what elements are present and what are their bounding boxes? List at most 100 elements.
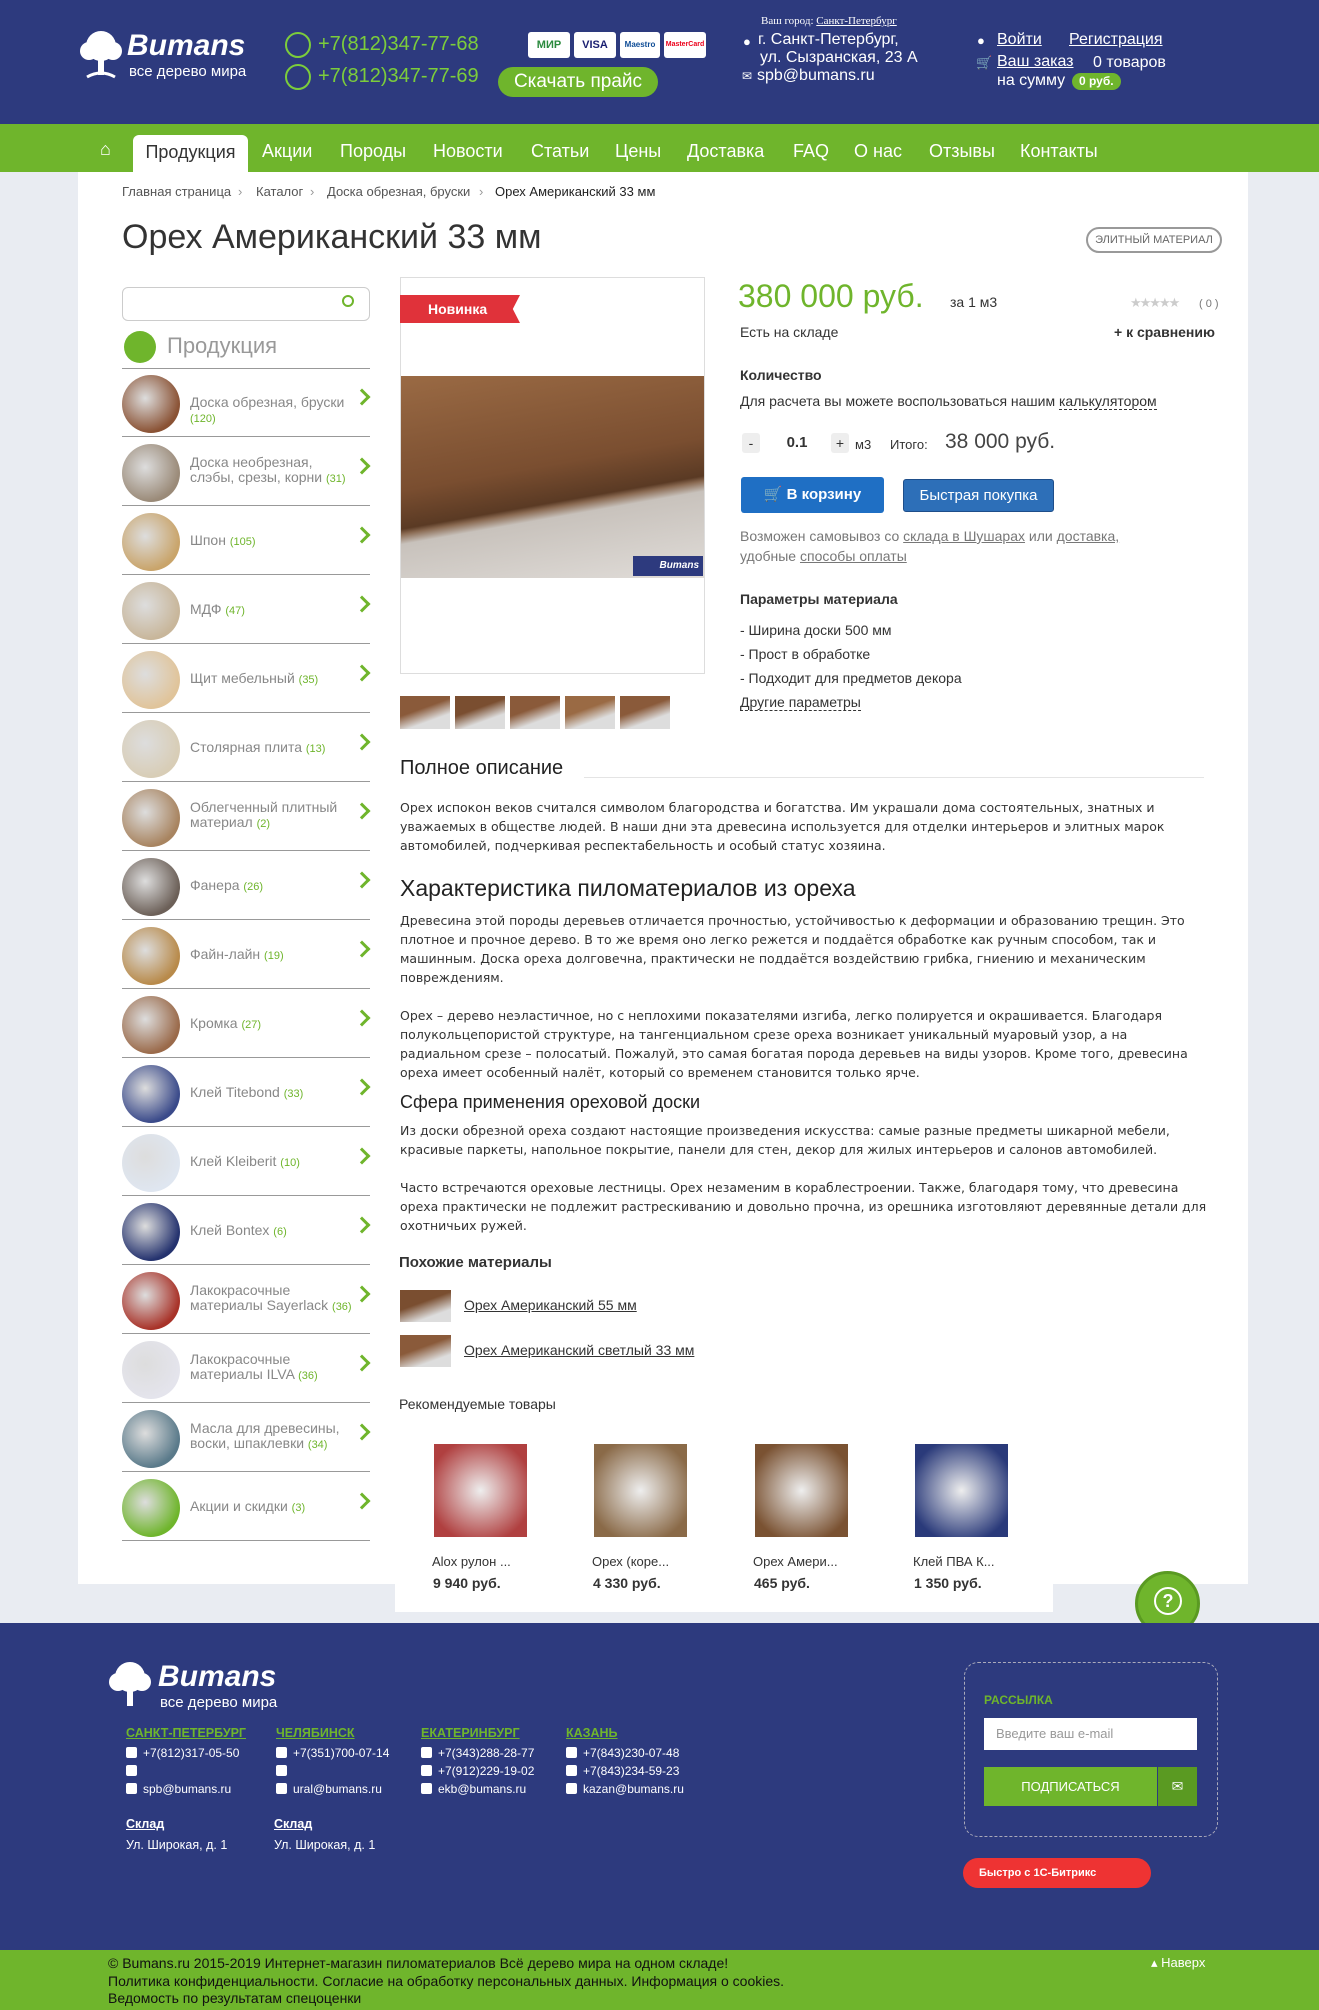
recommended-image[interactable] <box>434 1444 527 1537</box>
thumbnail[interactable] <box>400 696 450 729</box>
breadcrumb-category[interactable]: Доска обрезная, бруски <box>327 184 470 199</box>
sidebar-item[interactable]: Щит мебельный (35) <box>122 645 371 713</box>
calculator-link[interactable]: калькулятором <box>1059 393 1157 410</box>
nav-item-faq[interactable]: FAQ <box>793 124 829 172</box>
footer-email[interactable]: ekb@bumans.ru <box>421 1782 526 1796</box>
more-params-link[interactable]: Другие параметры <box>740 694 861 711</box>
footer-phone[interactable]: +7(351)700-07-14 <box>276 1746 389 1760</box>
thumbnail[interactable] <box>510 696 560 729</box>
qty-minus-button[interactable]: - <box>742 433 760 453</box>
similar-thumb[interactable] <box>400 1290 451 1322</box>
recommended-name[interactable]: Орех (коре... <box>592 1554 669 1569</box>
phone-1[interactable]: +7(812)347-77-68 <box>318 33 479 56</box>
delivery-link[interactable]: доставка, <box>1057 528 1120 544</box>
warehouse-link[interactable]: склада в Шушарах <box>903 528 1025 544</box>
recommended-image[interactable] <box>594 1444 687 1537</box>
payment-link[interactable]: способы оплаты <box>800 548 907 564</box>
thumbnail[interactable] <box>620 696 670 729</box>
sidebar-item[interactable]: Столярная плита (13) <box>122 714 371 782</box>
add-to-cart-button[interactable]: 🛒 В корзину <box>741 477 884 513</box>
privacy-link[interactable]: Политика конфиденциальности <box>108 1973 315 1989</box>
recommended-card[interactable]: Клей ПВА К... 1 350 руб. <box>913 1440 1073 1591</box>
qty-plus-button[interactable]: + <box>831 433 849 453</box>
recommended-name[interactable]: Alox рулон ... <box>432 1554 511 1569</box>
recommended-card[interactable]: Орех (коре... 4 330 руб. <box>592 1440 752 1591</box>
product-photo[interactable] <box>401 376 704 578</box>
sidebar-item[interactable]: Лакокрасочные материалы ILVA (36) <box>122 1335 371 1403</box>
similar-link[interactable]: Орех Американский 55 мм <box>464 1297 637 1313</box>
quick-buy-button[interactable]: Быстрая покупка <box>903 479 1054 512</box>
recommended-image[interactable] <box>755 1444 848 1537</box>
sidebar-item[interactable]: Клей Titebond (33) <box>122 1059 371 1127</box>
footer-phone[interactable]: +7(343)288-28-77 <box>421 1746 534 1760</box>
thumbnail[interactable] <box>455 696 505 729</box>
register-link[interactable]: Регистрация <box>1069 31 1163 49</box>
cookies-link[interactable]: Информация о cookies <box>631 1973 780 1989</box>
consent-link[interactable]: Согласие на обработку персональных данны… <box>322 1973 623 1989</box>
nav-item-delivery[interactable]: Доставка <box>687 124 764 172</box>
sidebar-item[interactable]: Клей Bontex (6) <box>122 1197 371 1265</box>
sidebar-item[interactable]: Акции и скидки (3) <box>122 1473 371 1541</box>
nav-item-about[interactable]: О нас <box>854 124 902 172</box>
sidebar-search-input[interactable] <box>122 287 370 321</box>
visa-pay-icon: VISA <box>574 32 616 58</box>
sidebar-item[interactable]: Лакокрасочные материалы Sayerlack (36) <box>122 1266 371 1334</box>
nav-item-products[interactable]: Продукция <box>133 135 248 172</box>
city-selector[interactable]: Санкт-Петербург <box>816 15 896 27</box>
sidebar-item[interactable]: Шпон (105) <box>122 507 371 575</box>
nav-item-news[interactable]: Новости <box>433 124 503 172</box>
similar-link[interactable]: Орех Американский светлый 33 мм <box>464 1342 694 1358</box>
breadcrumb-home[interactable]: Главная страница <box>122 184 231 199</box>
footer-phone[interactable]: +7(843)230-07-48 <box>566 1746 679 1760</box>
footer-phone[interactable]: +7(812)317-05-50 <box>126 1746 239 1760</box>
nav-item-contacts[interactable]: Контакты <box>1020 124 1098 172</box>
recommended-price: 465 руб. <box>754 1575 810 1591</box>
report-link[interactable]: Ведомость по результатам спецоценки <box>108 1990 361 2006</box>
sidebar-item[interactable]: Фанера (26) <box>122 852 371 920</box>
footer-phone[interactable]: +7(843)234-59-23 <box>566 1764 679 1778</box>
breadcrumb-catalog[interactable]: Каталог <box>256 184 303 199</box>
recommended-card[interactable]: Орех Амери... 465 руб. <box>753 1440 913 1591</box>
compare-link[interactable]: + к сравнению <box>1114 324 1215 340</box>
recommended-name[interactable]: Клей ПВА К... <box>913 1554 995 1569</box>
footer-email[interactable]: ural@bumans.ru <box>276 1782 382 1796</box>
recommended-image[interactable] <box>915 1444 1008 1537</box>
nav-item-articles[interactable]: Статьи <box>531 124 589 172</box>
footer-email[interactable]: spb@bumans.ru <box>126 1782 231 1796</box>
thumbnail[interactable] <box>565 696 615 729</box>
header-email[interactable]: spb@bumans.ru <box>757 67 875 85</box>
login-link[interactable]: Войти <box>997 31 1042 49</box>
sidebar-item[interactable]: Кромка (27) <box>122 990 371 1058</box>
rating-stars[interactable]: ★★★★★ <box>1130 295 1180 311</box>
newsletter-email-input[interactable]: Введите ваш e-mail <box>984 1718 1197 1750</box>
nav-item-promo[interactable]: Акции <box>262 124 312 172</box>
search-icon[interactable] <box>342 295 354 307</box>
sidebar-item[interactable]: Облегченный плитный материал (2) <box>122 783 371 851</box>
sidebar-item[interactable]: Доска необрезная, слэбы, срезы, корни (3… <box>122 438 371 506</box>
bitrix-badge[interactable]: Быстро с 1С-Битрикс <box>963 1858 1151 1888</box>
similar-thumb[interactable] <box>400 1335 451 1367</box>
footer-phone[interactable] <box>276 1764 293 1778</box>
nav-item-reviews[interactable]: Отзывы <box>929 124 995 172</box>
sidebar-item[interactable]: Файн-лайн (19) <box>122 921 371 989</box>
quantity-input[interactable]: 0.1 <box>772 433 822 453</box>
footer-phone[interactable]: +7(912)229-19-02 <box>421 1764 534 1778</box>
order-link[interactable]: Ваш заказ <box>997 53 1074 71</box>
recommended-card[interactable]: Alox рулон ... 9 940 руб. <box>432 1440 592 1591</box>
footer-phone[interactable] <box>126 1764 143 1778</box>
footer-email[interactable]: kazan@bumans.ru <box>566 1782 684 1796</box>
download-price-button[interactable]: Скачать прайс <box>498 67 658 97</box>
subscribe-button[interactable]: ПОДПИСАТЬСЯ <box>984 1767 1157 1806</box>
sidebar-item[interactable]: Масла для древесины, воски, шпаклевки (3… <box>122 1404 371 1472</box>
recommended-name[interactable]: Орех Амери... <box>753 1554 838 1569</box>
subscribe-mail-icon[interactable]: ✉ <box>1158 1767 1197 1806</box>
sidebar-item[interactable]: Клей Kleiberit (10) <box>122 1128 371 1196</box>
phone-2[interactable]: +7(812)347-77-69 <box>318 65 479 88</box>
logo[interactable]: Bumans все дерево мира <box>77 27 252 82</box>
nav-item-prices[interactable]: Цены <box>615 124 661 172</box>
sidebar-item[interactable]: Доска обрезная, бруски (120) <box>122 369 371 437</box>
home-icon[interactable]: ⌂ <box>100 139 111 160</box>
nav-item-species[interactable]: Породы <box>340 124 406 172</box>
back-to-top[interactable]: ▴ Наверх <box>1151 1955 1205 1971</box>
sidebar-item[interactable]: МДФ (47) <box>122 576 371 644</box>
